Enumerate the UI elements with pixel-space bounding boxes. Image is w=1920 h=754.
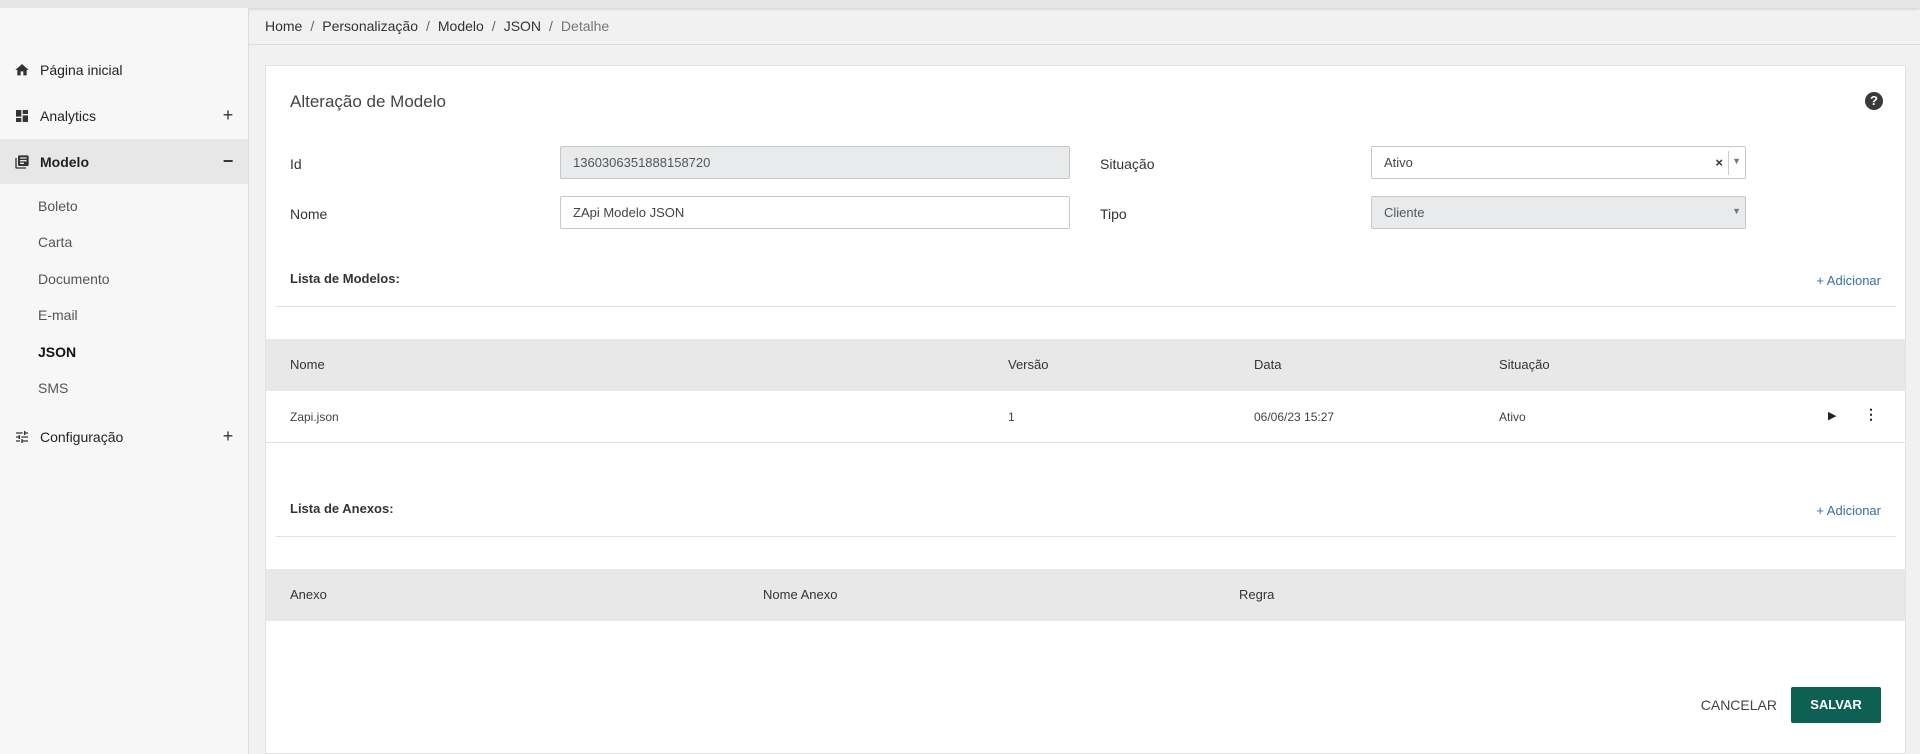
sidebar-item-label: Analytics xyxy=(40,107,97,124)
help-icon[interactable]: ? xyxy=(1865,92,1883,110)
column-header-situacao[interactable]: Situação xyxy=(1499,357,1550,372)
cell-situacao: Ativo xyxy=(1499,410,1526,424)
cell-versao: 1 xyxy=(1008,410,1015,424)
expand-icon[interactable]: + xyxy=(220,105,236,126)
divider xyxy=(276,306,1896,307)
sidebar-item-configuracao[interactable]: Configuração + xyxy=(0,414,248,459)
breadcrumb-divider xyxy=(249,44,1920,45)
collapse-icon[interactable]: − xyxy=(220,151,236,172)
cancel-button[interactable]: CANCELAR xyxy=(1693,687,1785,723)
breadcrumb-separator: / xyxy=(310,18,315,34)
name-label: Nome xyxy=(290,206,328,222)
sidebar-item-label: Página inicial xyxy=(40,61,123,78)
more-vert-icon[interactable]: ⋮ xyxy=(1864,406,1878,423)
sidebar: Página inicial Analytics + Modelo − Bole… xyxy=(0,8,249,754)
column-header-nome-anexo[interactable]: Nome Anexo xyxy=(763,587,837,602)
column-header-data[interactable]: Data xyxy=(1254,357,1281,372)
breadcrumb: Home / Personalização / Modelo / JSON / … xyxy=(265,18,609,34)
table-row[interactable]: Zapi.json 1 06/06/23 15:27 Ativo ▶ ⋮ xyxy=(266,391,1905,443)
type-selected-value: Cliente xyxy=(1384,205,1425,220)
add-attachment-link[interactable]: + Adicionar xyxy=(1816,503,1881,518)
sidebar-subitem-boleto[interactable]: Boleto xyxy=(38,198,78,214)
breadcrumb-home[interactable]: Home xyxy=(265,18,302,34)
models-section-title: Lista de Modelos: xyxy=(290,271,400,286)
clear-icon[interactable]: × xyxy=(1715,155,1723,170)
column-header-nome[interactable]: Nome xyxy=(290,357,325,372)
breadcrumb-separator: / xyxy=(425,18,430,34)
model-edit-card: Alteração de Modelo ? Id 136030635188815… xyxy=(265,65,1906,754)
dashboard-icon xyxy=(14,108,30,124)
sidebar-item-analytics[interactable]: Analytics + xyxy=(0,93,248,138)
column-header-versao[interactable]: Versão xyxy=(1008,357,1048,372)
expand-icon[interactable]: + xyxy=(220,426,236,447)
breadcrumb-personalizacao[interactable]: Personalização xyxy=(322,18,418,34)
attachments-table-header: Anexo Nome Anexo Regra xyxy=(266,569,1905,621)
status-select[interactable]: Ativo × ▼ xyxy=(1371,146,1746,179)
save-button[interactable]: SALVAR xyxy=(1791,687,1881,723)
divider xyxy=(276,536,1896,537)
name-input[interactable]: ZApi Modelo JSON xyxy=(560,196,1070,229)
play-icon[interactable]: ▶ xyxy=(1828,409,1836,422)
id-field: 1360306351888158720 xyxy=(560,146,1070,179)
cell-data: 06/06/23 15:27 xyxy=(1254,410,1335,424)
add-model-link[interactable]: + Adicionar xyxy=(1816,273,1881,288)
home-icon xyxy=(14,62,30,78)
page-title: Alteração de Modelo xyxy=(290,92,446,111)
breadcrumb-separator: / xyxy=(549,18,553,34)
sidebar-item-home[interactable]: Página inicial xyxy=(0,47,248,92)
tune-icon xyxy=(14,429,30,445)
breadcrumb-modelo[interactable]: Modelo xyxy=(438,18,484,34)
breadcrumb-current: Detalhe xyxy=(560,18,610,34)
id-label: Id xyxy=(290,156,302,172)
cell-nome: Zapi.json xyxy=(290,410,339,424)
status-label: Situação xyxy=(1100,156,1155,172)
column-header-anexo[interactable]: Anexo xyxy=(290,587,327,602)
sidebar-subitem-documento[interactable]: Documento xyxy=(38,271,110,287)
attachments-section-title: Lista de Anexos: xyxy=(290,501,394,516)
library-icon xyxy=(14,154,30,170)
type-select: Cliente ▼ xyxy=(1371,196,1746,229)
chevron-down-icon[interactable]: ▼ xyxy=(1732,156,1741,166)
sidebar-subitem-carta[interactable]: Carta xyxy=(38,234,72,250)
sidebar-item-modelo[interactable]: Modelo − xyxy=(0,139,248,184)
sidebar-item-label: Modelo xyxy=(40,153,89,170)
models-table-header: Nome Versão Data Situação xyxy=(266,339,1905,391)
type-label: Tipo xyxy=(1100,206,1127,222)
sidebar-subitem-email[interactable]: E-mail xyxy=(38,307,78,323)
top-bar xyxy=(0,0,1920,8)
status-selected-value: Ativo xyxy=(1384,155,1413,170)
column-header-regra[interactable]: Regra xyxy=(1239,587,1274,602)
chevron-down-icon: ▼ xyxy=(1732,206,1741,216)
sidebar-item-label: Configuração xyxy=(40,428,124,445)
select-divider xyxy=(1728,151,1729,175)
breadcrumb-separator: / xyxy=(491,18,496,34)
breadcrumb-json[interactable]: JSON xyxy=(504,18,541,34)
sidebar-subitem-sms[interactable]: SMS xyxy=(38,380,68,396)
sidebar-subitem-json[interactable]: JSON xyxy=(38,344,76,360)
